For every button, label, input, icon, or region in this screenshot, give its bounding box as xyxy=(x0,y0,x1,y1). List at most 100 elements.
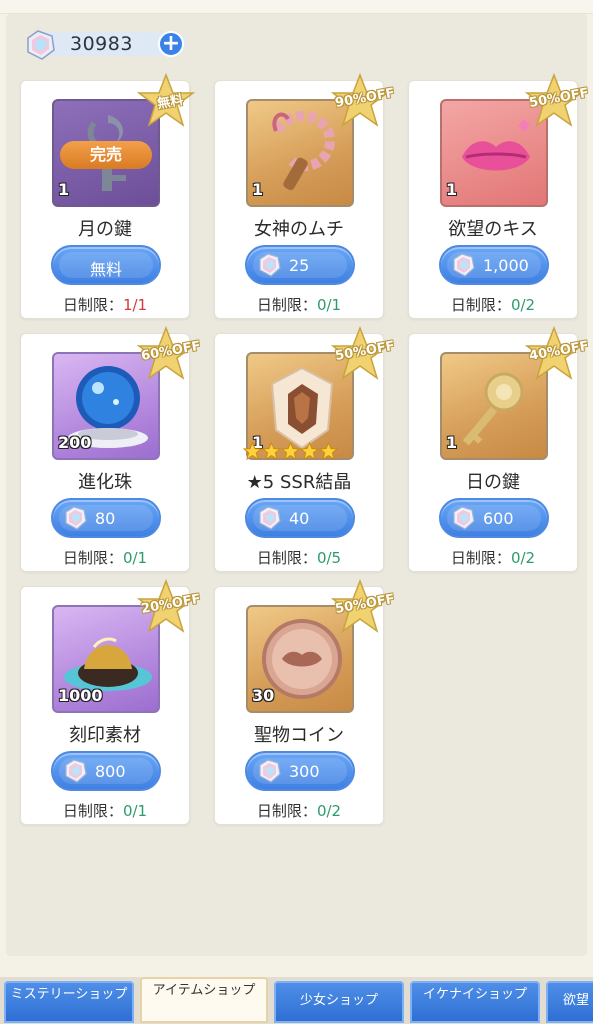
plus-icon[interactable]: + xyxy=(158,31,184,57)
tab-girl-shop[interactable]: 少女ショップ xyxy=(274,981,404,1023)
daily-limit: 日制限：0/2 xyxy=(409,547,577,568)
daily-limit-value: 1/1 xyxy=(122,296,148,314)
tab-label: ミステリーショップ xyxy=(10,987,128,1002)
buy-button[interactable]: 1,000 xyxy=(439,245,549,285)
discount-star-badge: 40%OFF xyxy=(523,325,590,386)
buy-button[interactable]: 25 xyxy=(245,245,355,285)
rarity-stars xyxy=(243,442,338,461)
item-name: 欲望のキス xyxy=(448,219,538,240)
rarity-star-icon xyxy=(281,442,300,461)
shop-item-card[interactable]: 1000 20%OFF 刻印素材 800 日制限：0/1 xyxy=(20,578,202,825)
item-quantity: 1 xyxy=(252,180,264,199)
tab-label: アイテムショップ xyxy=(152,983,256,998)
daily-limit: 日制限：0/1 xyxy=(21,547,189,568)
buy-button[interactable]: 無料 xyxy=(51,245,161,285)
daily-limit-value: 0/2 xyxy=(510,549,536,567)
daily-limit: 日制限：0/2 xyxy=(215,800,383,821)
item-quantity: 1 xyxy=(446,433,458,452)
daily-limit-label: 日制限： xyxy=(450,296,511,314)
shop-item-card[interactable]: 1 90%OFF 女神のムチ 25 日制限：0/1 xyxy=(214,72,396,319)
rarity-star-icon xyxy=(300,442,319,461)
shop-item-card[interactable]: 200 60%OFF 進化珠 80 日制限：0/1 xyxy=(20,325,202,572)
daily-limit-label: 日制限： xyxy=(450,549,511,567)
rarity-star-icon xyxy=(243,442,262,461)
sold-out-label: 完売 xyxy=(60,141,152,169)
crystal-gem-icon xyxy=(61,504,89,532)
item-price: 800 xyxy=(95,762,126,781)
item-quantity: 30 xyxy=(252,686,275,705)
shop-item-card[interactable]: 1 50%OFF ★5 SSR結晶 40 日制限：0/5 xyxy=(214,325,396,572)
item-price: 1,000 xyxy=(483,256,529,275)
item-quantity: 1 xyxy=(58,180,70,199)
buy-button[interactable]: 800 xyxy=(51,751,161,791)
rarity-star-icon xyxy=(262,442,281,461)
buy-button[interactable]: 40 xyxy=(245,498,355,538)
discount-star-badge: 無料 xyxy=(135,72,197,133)
daily-limit: 日制限：0/2 xyxy=(409,294,577,315)
discount-star-badge: 50%OFF xyxy=(329,325,396,386)
daily-limit-value: 0/1 xyxy=(316,296,342,314)
discount-star-badge: 60%OFF xyxy=(135,325,202,386)
tab-label: イケナイショップ xyxy=(422,987,527,1002)
crystal-gem-icon xyxy=(61,757,89,785)
item-name: 日の鍵 xyxy=(466,472,520,493)
discount-star-badge: 50%OFF xyxy=(329,578,396,639)
item-price: 600 xyxy=(483,509,514,528)
buy-button[interactable]: 80 xyxy=(51,498,161,538)
crystal-gem-icon xyxy=(449,504,477,532)
top-strip xyxy=(0,0,593,14)
crystal-gem-icon xyxy=(27,30,55,60)
item-quantity: 1000 xyxy=(58,686,103,705)
crystal-gem-icon xyxy=(255,757,283,785)
item-price: 80 xyxy=(95,509,116,528)
shop-tabs: ミステリーショップ アイテムショップ 少女ショップ イケナイショップ 欲望 xyxy=(0,977,593,1024)
daily-limit-label: 日制限： xyxy=(256,802,317,820)
daily-limit: 日制限：0/1 xyxy=(21,800,189,821)
buy-button[interactable]: 300 xyxy=(245,751,355,791)
tab-item-shop[interactable]: アイテムショップ xyxy=(140,977,268,1023)
item-price: 40 xyxy=(289,509,310,528)
discount-star-badge: 20%OFF xyxy=(135,578,202,639)
item-price: 25 xyxy=(289,256,310,275)
shop-item-card[interactable]: 30 50%OFF 聖物コイン 300 日制限：0/2 xyxy=(214,578,396,825)
tab-label: 欲望 xyxy=(562,993,589,1008)
item-name: 聖物コイン xyxy=(254,725,344,746)
item-price: 300 xyxy=(289,762,320,781)
daily-limit-label: 日制限： xyxy=(256,549,317,567)
daily-limit-label: 日制限： xyxy=(62,802,123,820)
shop-item-card[interactable]: 1 40%OFF 日の鍵 600 日制限：0/2 xyxy=(408,325,590,572)
item-price: 無料 xyxy=(89,260,122,279)
item-name: ★5 SSR結晶 xyxy=(246,472,352,493)
shop-item-card[interactable]: 1 50%OFF 欲望のキス 1,000 日制限：0/2 xyxy=(408,72,590,319)
daily-limit-label: 日制限： xyxy=(62,549,123,567)
item-name: 刻印素材 xyxy=(69,725,141,746)
rarity-star-icon xyxy=(319,442,338,461)
crystal-gem-icon xyxy=(449,251,477,279)
item-quantity: 1 xyxy=(446,180,458,199)
daily-limit: 日制限：0/5 xyxy=(215,547,383,568)
shop-item-card[interactable]: 完売 1 無料 月の鍵 無料 日制限：1/1 xyxy=(20,72,196,319)
currency-display: 30983 + xyxy=(22,28,190,60)
buy-button[interactable]: 600 xyxy=(439,498,549,538)
discount-star-badge: 90%OFF xyxy=(329,72,396,133)
daily-limit-value: 0/2 xyxy=(316,802,342,820)
tab-label: 少女ショップ xyxy=(299,993,378,1008)
tab-ikenai-shop[interactable]: イケナイショップ xyxy=(410,981,540,1023)
daily-limit: 日制限：1/1 xyxy=(21,294,189,315)
daily-limit-value: 0/1 xyxy=(122,802,148,820)
item-name: 月の鍵 xyxy=(78,219,132,240)
daily-limit-label: 日制限： xyxy=(256,296,317,314)
tab-desire[interactable]: 欲望 xyxy=(546,981,593,1023)
item-quantity: 200 xyxy=(58,433,92,452)
daily-limit-value: 0/2 xyxy=(510,296,536,314)
crystal-gem-icon xyxy=(255,504,283,532)
discount-star-badge: 50%OFF xyxy=(523,72,590,133)
item-name: 女神のムチ xyxy=(254,219,344,240)
item-name: 進化珠 xyxy=(78,472,132,493)
daily-limit-value: 0/5 xyxy=(316,549,342,567)
daily-limit: 日制限：0/1 xyxy=(215,294,383,315)
daily-limit-value: 0/1 xyxy=(122,549,148,567)
daily-limit-label: 日制限： xyxy=(62,296,123,314)
currency-amount: 30983 xyxy=(70,33,133,55)
tab-mystery-shop[interactable]: ミステリーショップ xyxy=(4,981,134,1023)
